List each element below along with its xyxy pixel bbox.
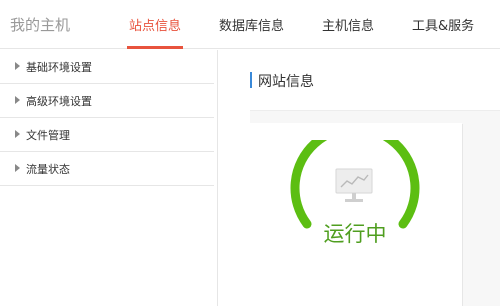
caret-right-icon — [15, 62, 20, 70]
tab-database-info[interactable]: 数据库信息 — [219, 15, 284, 34]
sidebar-item-label: 文件管理 — [26, 129, 70, 142]
active-tab-indicator — [127, 46, 183, 49]
caret-right-icon — [15, 96, 20, 104]
section-title-accent — [250, 72, 252, 88]
panel-divider — [462, 124, 463, 306]
sidebar-item-label: 基础环境设置 — [26, 61, 92, 74]
tab-host-info[interactable]: 主机信息 — [322, 15, 374, 34]
sidebar-item-traffic-status[interactable]: 流量状态 — [0, 152, 214, 186]
caret-right-icon — [15, 130, 20, 138]
status-text: 运行中 — [323, 222, 387, 246]
monitor-icon — [335, 168, 373, 202]
tab-tools-services[interactable]: 工具&服务 — [412, 15, 474, 34]
sidebar: 基础环境设置 高级环境设置 文件管理 流量状态 — [0, 50, 218, 306]
brand-title: 我的主机 — [10, 16, 71, 34]
section-title: 网站信息 — [258, 74, 314, 90]
sidebar-item-label: 高级环境设置 — [26, 95, 92, 108]
sidebar-item-file-management[interactable]: 文件管理 — [0, 118, 214, 152]
sidebar-item-advanced-settings[interactable]: 高级环境设置 — [0, 84, 214, 118]
caret-right-icon — [15, 164, 20, 172]
tab-site-info[interactable]: 站点信息 — [129, 15, 181, 34]
sidebar-item-label: 流量状态 — [26, 163, 70, 176]
top-navigation: 我的主机 站点信息 数据库信息 主机信息 工具&服务 — [0, 0, 500, 49]
sidebar-item-basic-settings[interactable]: 基础环境设置 — [0, 50, 214, 84]
